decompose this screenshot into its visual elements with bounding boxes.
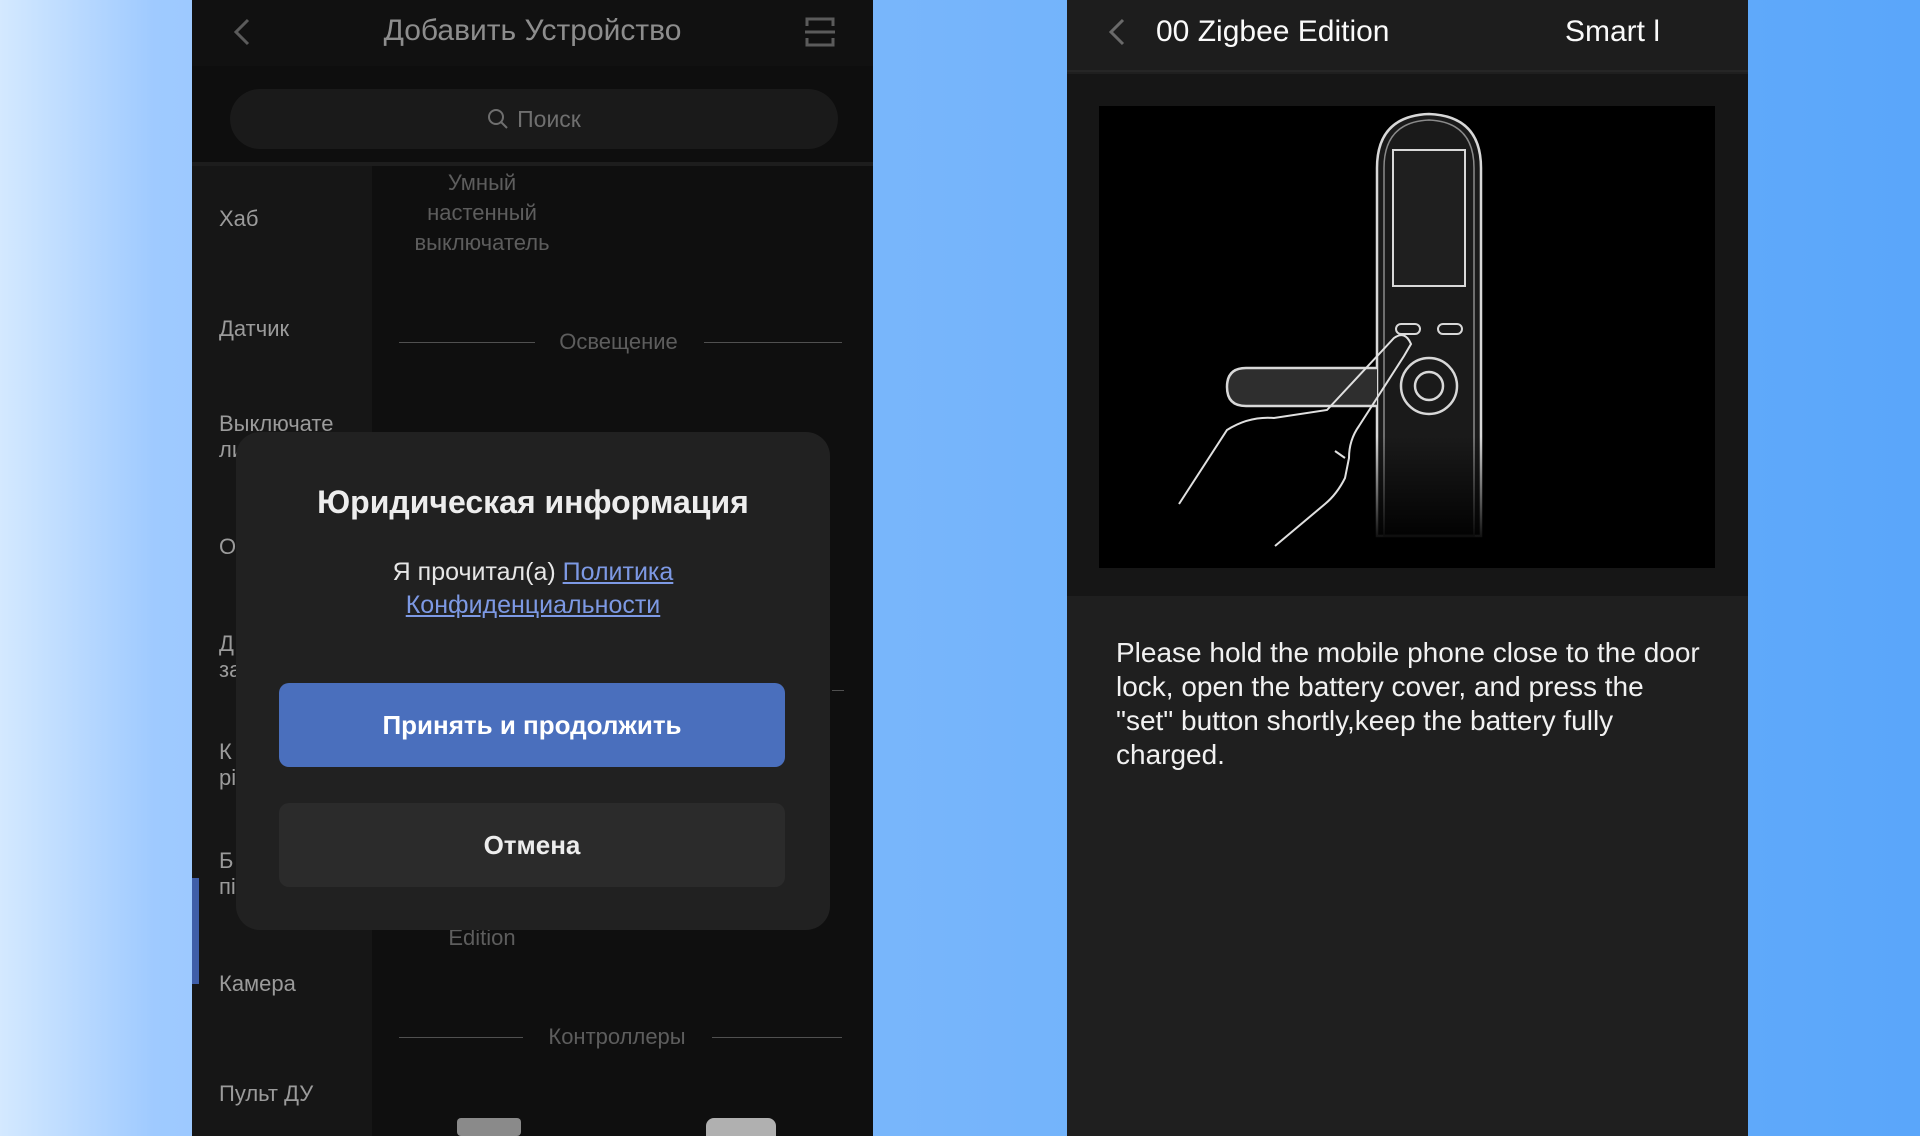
page-title: 00 Zigbee Edition [1156,15,1390,48]
instruction-text: Please hold the mobile phone close to th… [1116,637,1700,770]
dialog-title: Юридическая информация [317,484,749,520]
right-phone-screen: 00 Zigbee Edition Smart l Please hold th… [1067,0,1748,1136]
sidebar-item-hub[interactable]: Хаб [219,206,359,232]
sidebar-item-remote[interactable]: Пульт ДУ [219,1081,359,1107]
section-line-right [712,1037,842,1038]
device-thumbnail[interactable] [706,1118,776,1136]
instruction-image-panel [1067,74,1748,596]
section-line-fragment [832,690,844,691]
search-input[interactable]: Поиск [230,89,838,149]
sidebar-item-camera[interactable]: Камера [219,971,359,997]
sidebar-active-indicator [192,878,199,984]
legal-dialog: Юридическая информация Я прочитал(а) Пол… [236,432,830,930]
page-title-right: Smart l [1565,15,1661,48]
scan-icon[interactable] [804,16,836,48]
section-header-controllers: Контроллеры [548,1024,686,1049]
section-header-lighting: Освещение [559,329,678,354]
sidebar-item-sensor[interactable]: Датчик [219,316,359,342]
device-thumbnail[interactable] [457,1118,521,1136]
door-lock-illustration [1099,106,1715,568]
page-title: Добавить Устройство [383,14,682,47]
accept-continue-button[interactable]: Принять и продолжить [279,683,785,767]
header-bar: Добавить Устройство [192,0,873,66]
search-placeholder: Поиск [517,105,581,132]
device-label-wall-switch[interactable]: Умный настенный выключатель [392,168,572,258]
section-line-left [399,342,535,343]
dialog-body: Я прочитал(а) Политика Конфиденциальност… [276,556,790,622]
search-icon [488,109,508,129]
header-bar: 00 Zigbee Edition Smart l [1067,0,1748,72]
section-line-left [399,1037,523,1038]
cancel-button[interactable]: Отмена [279,803,785,887]
back-arrow-icon[interactable] [1103,17,1133,47]
section-line-right [704,342,842,343]
left-phone-screen: Добавить Устройство Поиск Хаб Датчик Вык… [192,0,873,1136]
dialog-body-text: Я прочитал(а) [392,558,563,586]
